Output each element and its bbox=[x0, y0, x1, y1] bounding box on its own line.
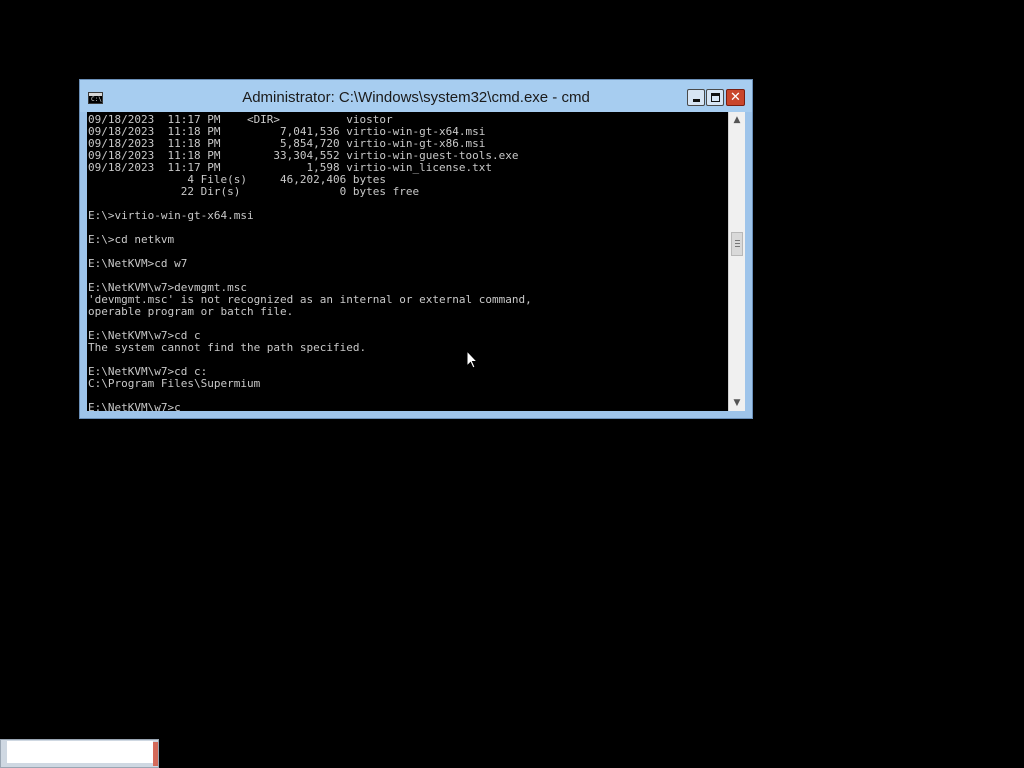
console-prompt-text: E:\NetKVM\w7>c bbox=[88, 401, 181, 412]
console-line: operable program or batch file. bbox=[88, 305, 294, 318]
close-icon: ✕ bbox=[730, 90, 741, 105]
console-line: C:\Program Files\Supermium bbox=[88, 377, 261, 390]
console-line: E:\>cd netkvm bbox=[88, 233, 175, 246]
grip-line bbox=[735, 240, 740, 241]
minimize-icon bbox=[693, 99, 700, 102]
taskbar-thumbnail-preview bbox=[7, 741, 153, 763]
close-button[interactable]: ✕ bbox=[726, 89, 745, 106]
grip-line bbox=[735, 246, 740, 247]
scrollbar-thumb[interactable] bbox=[731, 232, 743, 256]
cmd-window[interactable]: C:\ Administrator: C:\Windows\system32\c… bbox=[79, 79, 753, 419]
maximize-button[interactable] bbox=[706, 89, 724, 106]
console-output[interactable]: 09/18/2023 11:17 PM <DIR> viostor 09/18/2… bbox=[87, 112, 728, 411]
title-bar[interactable]: C:\ Administrator: C:\Windows\system32\c… bbox=[80, 80, 752, 112]
maximize-icon bbox=[711, 93, 720, 102]
scroll-up-arrow-icon[interactable]: ▲ bbox=[729, 112, 745, 128]
console-line: E:\NetKVM>cd w7 bbox=[88, 257, 188, 270]
grip-line bbox=[735, 243, 740, 244]
taskbar-thumbnail-edge bbox=[153, 742, 158, 766]
taskbar-thumbnail[interactable] bbox=[0, 739, 159, 768]
console-line: 22 Dir(s) 0 bytes free bbox=[88, 185, 420, 198]
mouse-pointer-icon bbox=[466, 350, 478, 369]
console-line: E:\>virtio-win-gt-x64.msi bbox=[88, 209, 254, 222]
window-title: Administrator: C:\Windows\system32\cmd.e… bbox=[242, 89, 590, 106]
console-prompt-line[interactable]: E:\NetKVM\w7>c bbox=[88, 401, 532, 412]
vertical-scrollbar[interactable]: ▲ ▼ bbox=[728, 112, 745, 411]
minimize-button[interactable] bbox=[687, 89, 705, 106]
scroll-down-arrow-icon[interactable]: ▼ bbox=[729, 395, 745, 411]
